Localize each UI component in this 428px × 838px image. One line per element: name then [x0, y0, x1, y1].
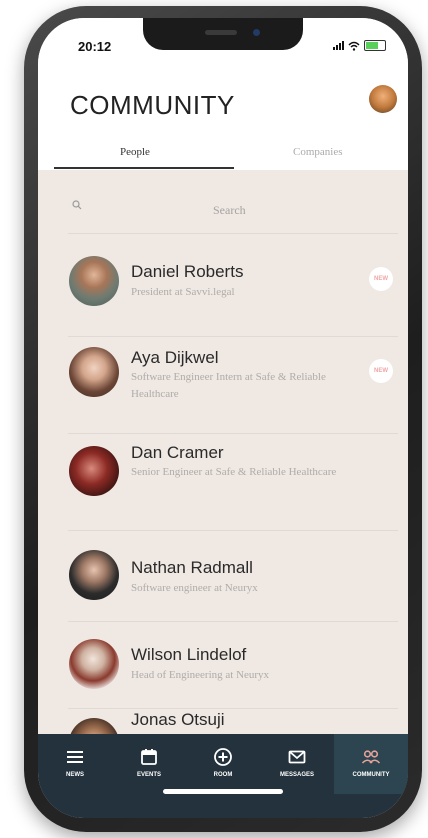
nav-news[interactable]: NEWS	[38, 734, 112, 794]
divider	[68, 621, 398, 622]
nav-room[interactable]: ROOM	[186, 734, 260, 794]
divider	[68, 233, 398, 234]
search-placeholder: Search	[213, 203, 246, 217]
list-item[interactable]: Aya Dijkwel Software Engineer Intern at …	[38, 338, 408, 433]
nav-community[interactable]: COMMUNITY	[334, 734, 408, 794]
nav-messages-label: MESSAGES	[279, 772, 314, 778]
person-name: Nathan Radmall	[131, 558, 253, 577]
nav-events-label: EVENTS	[136, 772, 161, 778]
search-icon	[72, 200, 82, 210]
home-indicator[interactable]	[163, 789, 283, 794]
person-name: Dan Cramer	[131, 443, 224, 462]
wifi-icon	[348, 41, 360, 51]
person-name: Aya Dijkwel	[131, 348, 219, 367]
people-icon	[361, 750, 381, 764]
nav-messages[interactable]: MESSAGES	[260, 734, 334, 794]
signal-icon	[333, 41, 344, 50]
divider	[68, 336, 398, 337]
new-badge: NEW	[369, 359, 393, 383]
person-role: Senior Engineer at Safe & Reliable Healt…	[131, 466, 337, 478]
person-role: Software Engineer Intern at Safe & Relia…	[131, 371, 326, 400]
notch	[143, 18, 303, 50]
tab-companies[interactable]: Companies	[293, 146, 343, 158]
avatar	[69, 550, 119, 600]
calendar-icon	[141, 749, 157, 765]
new-badge: NEW	[369, 267, 393, 291]
profile-avatar[interactable]	[369, 85, 397, 113]
status-time: 20:12	[78, 39, 112, 54]
person-role: President at Savvi.legal	[131, 286, 235, 298]
nav-events[interactable]: EVENTS	[112, 734, 186, 794]
list-item[interactable]: Wilson Lindelof Head of Engineering at N…	[38, 623, 408, 713]
avatar	[69, 446, 119, 496]
avatar	[69, 256, 119, 306]
list-item[interactable]: Daniel Roberts President at Savvi.legal …	[38, 243, 408, 338]
battery-icon	[364, 40, 386, 51]
person-name: Daniel Roberts	[131, 262, 244, 281]
divider	[68, 708, 398, 709]
list-item[interactable]: Nathan Radmall Software engineer at Neur…	[38, 532, 408, 622]
menu-icon	[67, 751, 83, 763]
page-title: COMMUNITY	[70, 90, 235, 120]
divider	[68, 433, 398, 434]
plus-circle-icon	[214, 748, 232, 766]
status-icons	[333, 40, 386, 51]
avatar	[69, 639, 119, 689]
person-role: Software engineer at Neuryx	[131, 582, 258, 594]
list-item[interactable]: Dan Cramer Senior Engineer at Safe & Rel…	[38, 435, 408, 530]
person-name: Jonas Otsuji	[131, 710, 225, 729]
divider	[68, 530, 398, 531]
person-name: Wilson Lindelof	[131, 645, 247, 664]
nav-news-label: NEWS	[66, 772, 84, 778]
mail-icon	[288, 750, 306, 764]
app-screen: 20:12 COMMUNITY People Companies Search …	[38, 18, 408, 818]
tab-people[interactable]: People	[120, 146, 150, 158]
nav-community-label: COMMUNITY	[352, 772, 390, 778]
search-input[interactable]: Search	[38, 196, 408, 236]
person-role: Head of Engineering at Neuryx	[131, 669, 270, 681]
avatar	[69, 347, 119, 397]
bottom-nav: NEWS EVENTS ROOM MESSAGES COMMUNITY	[38, 734, 408, 818]
speaker	[205, 30, 237, 35]
front-camera	[253, 29, 260, 36]
active-tab-indicator	[54, 167, 234, 169]
nav-room-label: ROOM	[213, 772, 233, 778]
